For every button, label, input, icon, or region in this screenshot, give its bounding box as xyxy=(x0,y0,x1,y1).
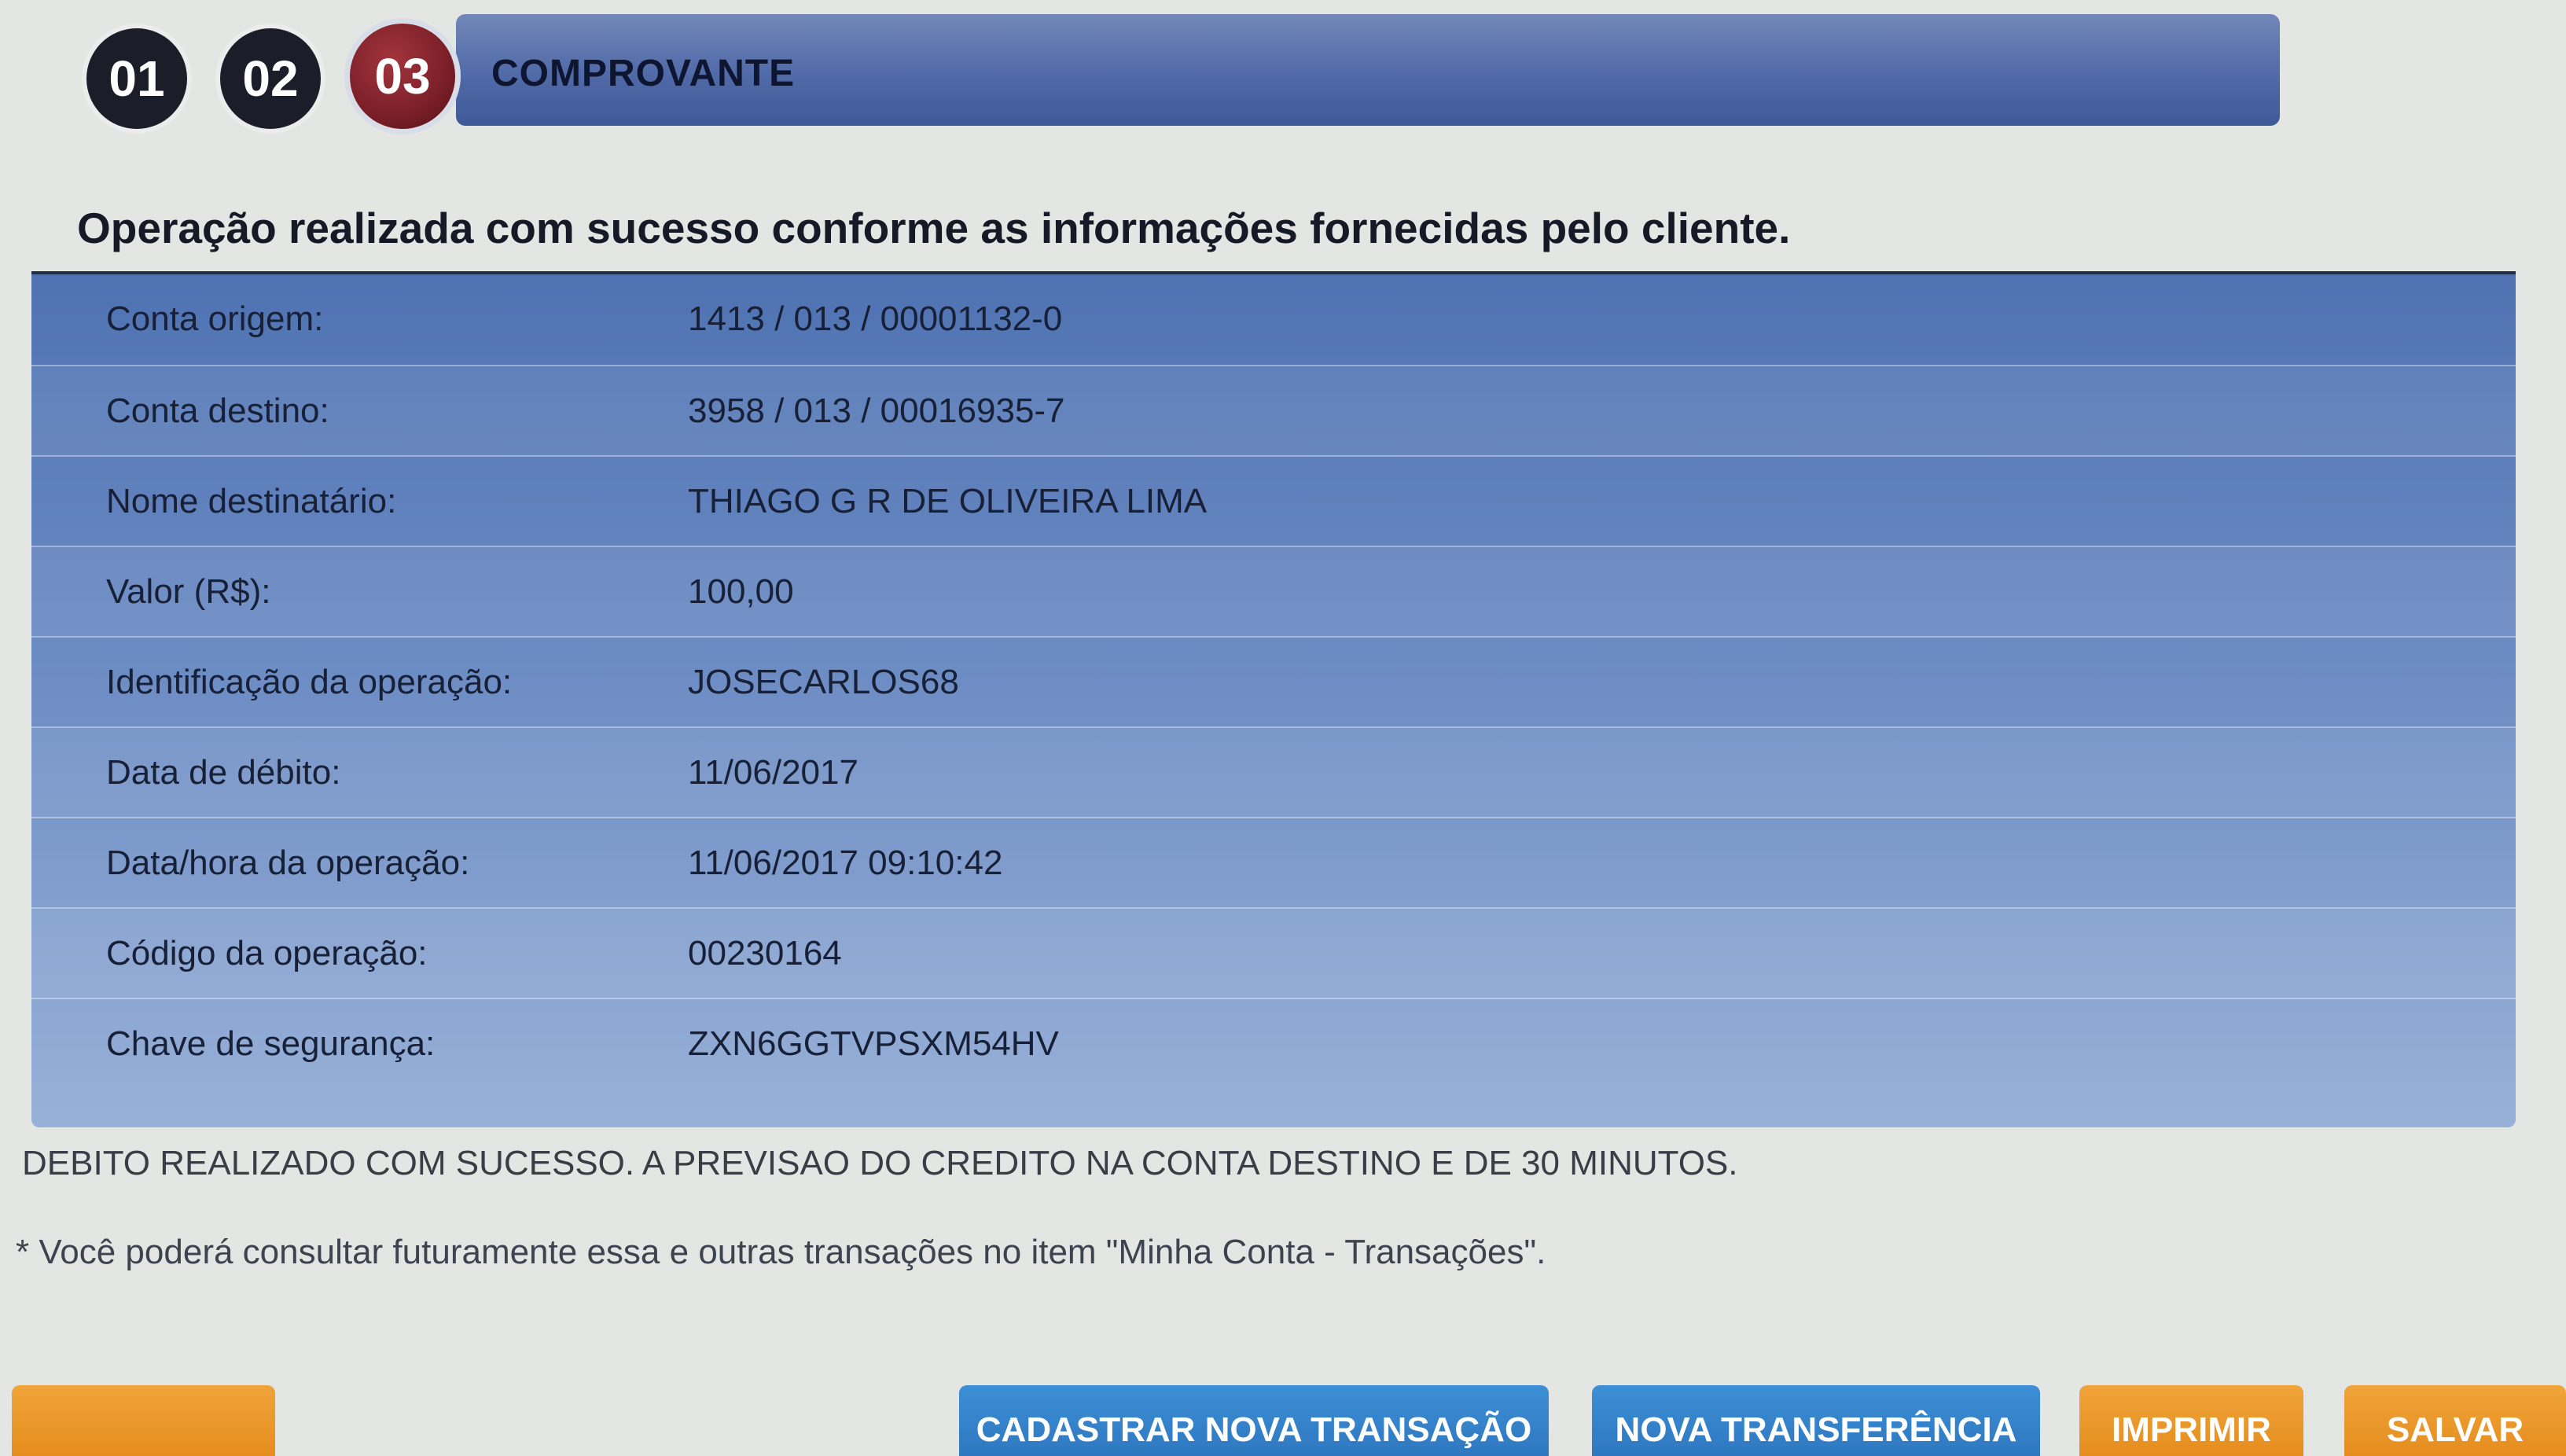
success-heading: Operação realizada com sucesso conforme … xyxy=(77,204,1791,252)
receipt-value: ZXN6GGTVPSXM54HV xyxy=(688,1024,1059,1063)
receipt-table: Conta origem: 1413 / 013 / 00001132-0 Co… xyxy=(31,271,2516,1127)
print-button[interactable]: IMPRIMIR xyxy=(2079,1385,2303,1456)
transactions-note: * Você poderá consultar futuramente essa… xyxy=(16,1233,1546,1271)
receipt-label: Nome destinatário: xyxy=(106,482,397,520)
receipt-row-debit-date: Data de débito: 11/06/2017 xyxy=(31,726,2516,818)
receipt-value: 1413 / 013 / 00001132-0 xyxy=(688,300,1063,338)
receipt-row-operation-code: Código da operação: 00230164 xyxy=(31,907,2516,999)
step-indicator: 01 02 03 COMPROVANTE xyxy=(86,14,2280,140)
receipt-value: JOSECARLOS68 xyxy=(688,663,959,701)
receipt-row-operation-id: Identificação da operação: JOSECARLOS68 xyxy=(31,636,2516,728)
new-transfer-button[interactable]: NOVA TRANSFERÊNCIA xyxy=(1592,1385,2040,1456)
step-3-circle-current: 03 xyxy=(350,24,455,129)
receipt-label: Data de débito: xyxy=(106,753,341,792)
receipt-label: Identificação da operação: xyxy=(106,663,513,701)
receipt-label: Conta destino: xyxy=(106,392,329,430)
receipt-value: THIAGO G R DE OLIVEIRA LIMA xyxy=(688,482,1208,520)
receipt-row-recipient-name: Nome destinatário: THIAGO G R DE OLIVEIR… xyxy=(31,455,2516,547)
receipt-label: Chave de segurança: xyxy=(106,1024,436,1063)
step-2-circle: 02 xyxy=(220,28,321,129)
receipt-row-source-account: Conta origem: 1413 / 013 / 00001132-0 xyxy=(31,274,2516,365)
current-step-label: COMPROVANTE xyxy=(491,53,796,94)
receipt-value: 11/06/2017 xyxy=(688,753,858,792)
step-1-circle: 01 xyxy=(86,28,187,129)
receipt-label: Data/hora da operação: xyxy=(106,844,470,882)
save-button[interactable]: SALVAR xyxy=(2344,1385,2566,1456)
receipt-value: 11/06/2017 09:10:42 xyxy=(688,844,1003,882)
receipt-row-destination-account: Conta destino: 3958 / 013 / 00016935-7 xyxy=(31,365,2516,457)
receipt-label: Código da operação: xyxy=(106,934,428,973)
receipt-row-amount: Valor (R$): 100,00 xyxy=(31,546,2516,638)
receipt-label: Valor (R$): xyxy=(106,572,271,611)
register-new-transaction-button[interactable]: CADASTRAR NOVA TRANSAÇÃO xyxy=(959,1385,1549,1456)
receipt-value: 100,00 xyxy=(688,572,794,611)
debit-success-message: DEBITO REALIZADO COM SUCESSO. A PREVISAO… xyxy=(22,1144,1738,1182)
receipt-value: 3958 / 013 / 00016935-7 xyxy=(688,392,1065,430)
receipt-label: Conta origem: xyxy=(106,300,324,338)
back-button[interactable] xyxy=(12,1385,275,1456)
receipt-row-security-key: Chave de segurança: ZXN6GGTVPSXM54HV xyxy=(31,998,2516,1090)
receipt-value: 00230164 xyxy=(688,934,842,973)
receipt-row-operation-datetime: Data/hora da operação: 11/06/2017 09:10:… xyxy=(31,817,2516,909)
